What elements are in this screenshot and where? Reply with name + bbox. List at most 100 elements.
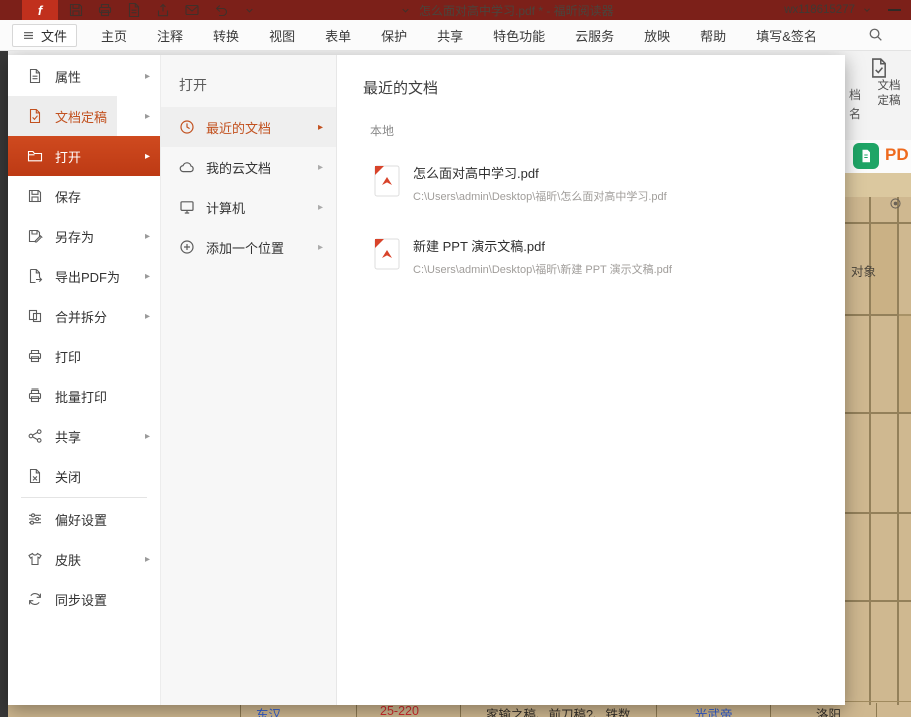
tab-protect[interactable]: 保护: [381, 26, 407, 45]
menu-item-batch-print[interactable]: 批量打印: [8, 376, 160, 416]
menu-item-print[interactable]: 打印: [8, 336, 160, 376]
open-folder-icon: [27, 148, 43, 164]
partial-label-2: 名: [847, 105, 863, 124]
window-left-edge: [0, 50, 8, 717]
quick-access-toolbar: [68, 2, 255, 18]
recent-file-name: 新建 PPT 演示文稿.pdf: [413, 239, 672, 254]
search-icon[interactable]: [868, 27, 883, 42]
document-margin-band: [845, 173, 911, 197]
recent-file-path: C:\Users\admin\Desktop\福昕\新建 PPT 演示文稿.pd…: [413, 261, 672, 277]
tab-help[interactable]: 帮助: [700, 26, 726, 45]
partial-ribbon-button[interactable]: 档 名: [847, 86, 863, 124]
recent-file-item[interactable]: 新建 PPT 演示文稿.pdf C:\Users\admin\Desktop\福…: [374, 238, 845, 277]
app-window: f 怎么面对高中学习.pdf * - 福昕阅读器 wx118615277 文件 …: [0, 0, 911, 717]
table-cell-dynasty: 东汉: [256, 704, 281, 717]
pdf-converter-label[interactable]: PD: [885, 145, 909, 165]
table-gridline: [460, 703, 461, 717]
chevron-right-icon: ▸: [318, 122, 323, 133]
menu-item-close[interactable]: 关闭: [8, 456, 160, 496]
recent-file-item[interactable]: 怎么面对高中学习.pdf C:\Users\admin\Desktop\福昕\怎…: [374, 165, 845, 204]
file-menu-column: 属性 ▸ 文档定稿 创建 ▸ 打开 ▸ 保存: [8, 55, 160, 705]
file-menu: 属性 ▸ 文档定稿 创建 ▸ 打开 ▸ 保存: [8, 55, 845, 705]
save-icon[interactable]: [68, 2, 84, 18]
table-cell-emperor: 光武帝: [695, 704, 733, 717]
clock-icon: [179, 119, 195, 135]
table-cell-shade: [899, 314, 911, 412]
print-icon[interactable]: [97, 2, 113, 18]
undo-icon[interactable]: [213, 2, 229, 18]
menu-item-skin[interactable]: 皮肤 ▸: [8, 539, 160, 579]
account-chevron-icon: [862, 5, 873, 16]
table-gridline: [876, 703, 877, 717]
tab-view[interactable]: 视图: [269, 26, 295, 45]
menu-item-open[interactable]: 打开 ▸: [8, 136, 160, 176]
skin-icon: [27, 551, 43, 567]
document-icon[interactable]: [126, 2, 142, 18]
tab-form[interactable]: 表单: [325, 26, 351, 45]
title-chevron-icon[interactable]: [400, 5, 411, 16]
menu-item-export-pdf[interactable]: 导出PDF为 ▸: [8, 256, 160, 296]
doc-finalize-label-1: 文档: [868, 79, 910, 94]
open-submenu-header: 打开: [161, 55, 336, 107]
recent-file-path: C:\Users\admin\Desktop\福昕\怎么面对高中学习.pdf: [413, 188, 667, 204]
table-cell-notes: 家输之稿、前刀稿?、铁数: [486, 704, 630, 717]
menu-item-properties[interactable]: 属性 ▸: [8, 56, 160, 96]
tab-features[interactable]: 特色功能: [493, 26, 545, 45]
close-doc-icon: [27, 468, 43, 484]
table-gridline: [770, 703, 771, 717]
submenu-item-recent-docs[interactable]: 最近的文档 ▸: [161, 107, 336, 147]
foxit-logo-icon[interactable]: f: [22, 0, 58, 20]
submenu-item-cloud-docs[interactable]: 我的云文档 ▸: [161, 147, 336, 187]
pdf-converter-icon[interactable]: [853, 143, 879, 169]
menu-item-sync-settings[interactable]: 同步设置: [8, 579, 160, 619]
tab-fill-sign[interactable]: 填写&签名: [756, 26, 817, 45]
title-group: 怎么面对高中学习.pdf * - 福昕阅读器: [398, 0, 614, 20]
doc-finalize-label-2: 定稿: [868, 94, 910, 109]
finalize-icon: [27, 108, 43, 124]
menu-item-save[interactable]: 保存: [8, 176, 160, 216]
recent-file-text: 新建 PPT 演示文稿.pdf C:\Users\admin\Desktop\福…: [413, 238, 672, 277]
menu-item-doc-finalize[interactable]: 文档定稿: [8, 96, 117, 136]
window-title: 怎么面对高中学习.pdf * - 福昕阅读器: [419, 2, 614, 19]
submenu-item-add-place[interactable]: 添加一个位置 ▸: [161, 227, 336, 267]
plus-circle-icon: [179, 239, 195, 255]
table-gridline: [897, 197, 899, 705]
submenu-item-computer[interactable]: 计算机 ▸: [161, 187, 336, 227]
account-name: wx118615277: [784, 4, 855, 16]
export-icon[interactable]: [155, 2, 171, 18]
account-menu[interactable]: wx118615277: [784, 0, 873, 20]
menu-item-share[interactable]: 共享 ▸: [8, 416, 160, 456]
menu-item-merge-split[interactable]: 合并拆分 ▸: [8, 296, 160, 336]
open-submenu: 打开 最近的文档 ▸ 我的云文档 ▸ 计算机 ▸ 添加一个位置 ▸: [160, 55, 337, 705]
preferences-icon: [27, 511, 43, 527]
email-icon[interactable]: [184, 2, 200, 18]
partial-label-1: 档: [847, 86, 863, 105]
object-label[interactable]: 对象: [851, 261, 876, 280]
tab-file[interactable]: 文件: [12, 24, 77, 47]
file-tab-label: 文件: [41, 26, 67, 45]
table-gridline: [240, 703, 241, 717]
chevron-right-icon: ▸: [145, 271, 150, 282]
minimize-button[interactable]: [888, 9, 901, 11]
menu-item-save-as[interactable]: 另存为 ▸: [8, 216, 160, 256]
tab-slideshow[interactable]: 放映: [644, 26, 670, 45]
recent-docs-title: 最近的文档: [363, 77, 845, 98]
tab-comment[interactable]: 注释: [157, 26, 183, 45]
tab-home[interactable]: 主页: [101, 26, 127, 45]
recent-file-text: 怎么面对高中学习.pdf C:\Users\admin\Desktop\福昕\怎…: [413, 165, 667, 204]
tab-cloud[interactable]: 云服务: [575, 26, 614, 45]
quick-access-chevron-icon[interactable]: [244, 5, 255, 16]
table-gridline: [845, 600, 911, 602]
doc-finalize-button[interactable]: 文档 定稿: [868, 57, 910, 109]
menu-item-preferences[interactable]: 偏好设置: [8, 499, 160, 539]
tab-share[interactable]: 共享: [437, 26, 463, 45]
tab-convert[interactable]: 转换: [213, 26, 239, 45]
chevron-right-icon: ▸: [145, 554, 150, 565]
chevron-right-icon: ▸: [318, 242, 323, 253]
target-icon[interactable]: [889, 197, 902, 210]
monitor-icon: [179, 199, 195, 215]
save-as-icon: [27, 228, 43, 244]
chevron-right-icon: ▸: [145, 431, 150, 442]
table-cell-years: 25-220: [380, 704, 419, 717]
table-cell-capital: 洛阳: [816, 704, 841, 717]
